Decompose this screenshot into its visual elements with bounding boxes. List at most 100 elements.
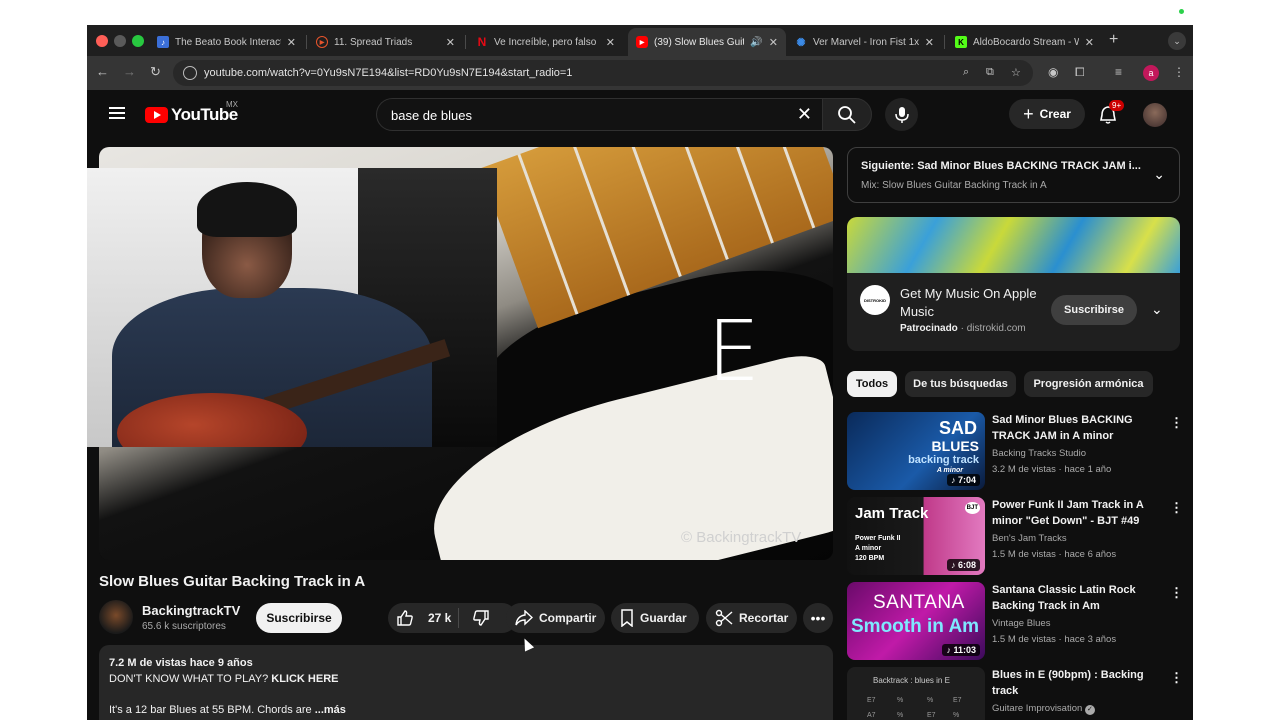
browser-menu-icon[interactable]: ⋮ xyxy=(1173,65,1185,79)
search-input[interactable]: base de blues ✕ xyxy=(376,98,822,131)
chip-progresion-armonica[interactable]: Progresión armónica xyxy=(1024,371,1153,397)
video-thumbnail[interactable]: SANTANA Smooth in Am ♪ 11:03 xyxy=(847,582,985,660)
create-button[interactable]: + Crear xyxy=(1009,99,1085,129)
list-item[interactable]: SANTANA Smooth in Am ♪ 11:03 Santana Cla… xyxy=(847,582,1183,662)
more-options-icon[interactable]: ⋮ xyxy=(1170,500,1183,516)
search-icon xyxy=(838,105,856,124)
clear-search-icon[interactable]: ✕ xyxy=(797,104,812,125)
menu-icon[interactable] xyxy=(109,107,125,119)
description-box[interactable]: 7.2 M de vistas hace 9 años DON'T KNOW W… xyxy=(99,645,833,720)
media-controls-icon[interactable]: ≡ xyxy=(1115,65,1122,79)
more-options-icon[interactable]: ⋮ xyxy=(1170,670,1183,686)
new-tab-icon[interactable]: + xyxy=(1109,31,1118,49)
beato-icon: ♪ xyxy=(157,36,169,48)
more-options-icon[interactable]: ⋮ xyxy=(1170,415,1183,431)
thumbnail-text: BLUES xyxy=(931,438,979,454)
extensions-puzzle-icon[interactable]: ⧠ xyxy=(1075,65,1085,80)
share-label: Compartir xyxy=(539,611,597,625)
voice-search-button[interactable] xyxy=(885,98,918,131)
thumbs-up-icon xyxy=(397,610,413,626)
status-indicator xyxy=(1179,9,1184,14)
chevron-down-icon[interactable]: ⌄ xyxy=(1153,166,1165,183)
cast-icon[interactable]: ⧉ xyxy=(986,66,994,79)
share-button[interactable]: Compartir xyxy=(506,603,605,633)
tab-beato-book[interactable]: ♪ The Beato Book Interacti ✕ xyxy=(149,28,304,56)
close-tab-icon[interactable]: ✕ xyxy=(287,36,296,49)
clip-button[interactable]: Recortar xyxy=(706,603,797,633)
sponsored-ad[interactable]: DISTROKID Get My Music On Apple Music Pa… xyxy=(847,217,1180,351)
back-icon[interactable]: ← xyxy=(96,64,109,79)
audio-playing-icon[interactable]: 🔊 xyxy=(750,37,762,48)
duration-badge: ♪ 6:08 xyxy=(946,559,980,571)
recommendation-title[interactable]: Sad Minor Blues BACKING TRACK JAM in A m… xyxy=(992,412,1152,444)
show-more-link[interactable]: ...más xyxy=(315,704,346,716)
user-avatar[interactable] xyxy=(1143,103,1167,127)
list-item[interactable]: SAD BLUES backing track A minor ♪ 7:04 S… xyxy=(847,412,1183,492)
video-thumbnail[interactable]: SAD BLUES backing track A minor ♪ 7:04 xyxy=(847,412,985,490)
close-tab-icon[interactable]: ✕ xyxy=(925,36,934,49)
minimize-window-button[interactable] xyxy=(114,35,126,47)
recommendation-title[interactable]: Santana Classic Latin Rock Backing Track… xyxy=(992,582,1152,614)
dislike-button[interactable] xyxy=(459,609,509,627)
like-count: 27 k xyxy=(428,611,452,625)
chevron-down-icon[interactable]: ⌄ xyxy=(1151,301,1163,318)
thumbnail-text: Smooth in Am xyxy=(851,616,980,637)
tab-netflix[interactable]: N Ve Increíble, pero falso | ✕ xyxy=(468,28,623,56)
recommendation-channel[interactable]: Backing Tracks Studio xyxy=(992,448,1086,459)
tab-disney[interactable]: ✺ Ver Marvel - Iron Fist 1x4 ✕ xyxy=(787,28,942,56)
recommendation-channel[interactable]: Ben's Jam Tracks xyxy=(992,533,1067,544)
zoom-icon[interactable]: ⌕ xyxy=(963,66,969,79)
search-query[interactable]: base de blues xyxy=(391,108,472,123)
address-bar[interactable]: youtube.com/watch?v=0Yu9sN7E194&list=RD0… xyxy=(173,60,1033,86)
profile-avatar[interactable]: a xyxy=(1143,65,1159,81)
video-thumbnail[interactable]: Jam Track Power Funk II A minor 120 BPM … xyxy=(847,497,985,575)
close-tab-icon[interactable]: ✕ xyxy=(769,36,778,49)
recommendation-stats: 1.5 M de vistas · hace 3 años xyxy=(992,634,1117,645)
chip-todos[interactable]: Todos xyxy=(847,371,897,397)
recommendation-channel[interactable]: Vintage Blues xyxy=(992,618,1050,629)
like-button[interactable]: 27 k xyxy=(388,609,456,627)
person-hair xyxy=(197,182,297,237)
ad-title[interactable]: Get My Music On Apple Music xyxy=(900,285,1040,321)
chip-de-tus-busquedas[interactable]: De tus búsquedas xyxy=(905,371,1016,397)
tab-spread-triads[interactable]: ▶ 11. Spread Triads ✕ xyxy=(308,28,463,56)
list-item[interactable]: Backtrack : blues in E E7 % % E7 A7 % E7… xyxy=(847,667,1183,720)
close-tab-icon[interactable]: ✕ xyxy=(606,36,615,49)
tab-kick[interactable]: K AldoBocardo Stream - W ✕ xyxy=(947,28,1102,56)
video-thumbnail[interactable]: Backtrack : blues in E E7 % % E7 A7 % E7… xyxy=(847,667,985,720)
subscribe-button[interactable]: Suscribirse xyxy=(256,603,342,633)
close-tab-icon[interactable]: ✕ xyxy=(446,36,455,49)
list-item[interactable]: Jam Track Power Funk II A minor 120 BPM … xyxy=(847,497,1183,577)
youtube-logo[interactable]: YouTube xyxy=(145,105,238,125)
channel-avatar[interactable] xyxy=(99,600,133,634)
channel-name[interactable]: BackingtrackTV xyxy=(142,603,240,618)
close-tab-icon[interactable]: ✕ xyxy=(1085,36,1094,49)
more-options-icon[interactable]: ⋮ xyxy=(1170,585,1183,601)
recommendation-channel[interactable]: Guitare Improvisation ✓ xyxy=(992,703,1095,715)
tab-youtube-active[interactable]: ▶ (39) Slow Blues Guita 🔊 ✕ xyxy=(628,28,786,56)
recommendation-title[interactable]: Power Funk II Jam Track in A minor "Get … xyxy=(992,497,1152,529)
ad-subscribe-button[interactable]: Suscribirse xyxy=(1051,295,1137,325)
forward-icon[interactable]: → xyxy=(123,64,136,79)
chevron-down-icon[interactable]: ⌄ xyxy=(1168,32,1186,50)
save-button[interactable]: Guardar xyxy=(611,603,699,633)
bookmark-star-icon[interactable]: ☆ xyxy=(1011,66,1021,79)
up-next-panel[interactable]: Siguiente: Sad Minor Blues BACKING TRACK… xyxy=(847,147,1180,203)
extension-icon[interactable]: ◉ xyxy=(1048,65,1058,79)
close-window-button[interactable] xyxy=(96,35,108,47)
thumbnail-text: backing track xyxy=(908,454,979,466)
search-button[interactable] xyxy=(822,98,872,131)
thumbnail-text: A minor xyxy=(855,545,882,552)
thumbnail-text: E7 xyxy=(953,697,962,704)
reload-icon[interactable]: ↻ xyxy=(150,64,161,80)
recommendation-title[interactable]: Blues in E (90bpm) : Backing track xyxy=(992,667,1152,699)
thumbnail-text: 120 BPM xyxy=(855,555,885,562)
url-text[interactable]: youtube.com/watch?v=0Yu9sN7E194&list=RD0… xyxy=(204,67,572,79)
description-link[interactable]: KLICK HERE xyxy=(271,673,338,685)
maximize-window-button[interactable] xyxy=(132,35,144,47)
thumbnail-text: A minor xyxy=(936,467,963,474)
site-info-icon[interactable] xyxy=(183,66,197,80)
more-actions-icon[interactable]: ••• xyxy=(803,603,833,633)
netflix-icon: N xyxy=(477,35,487,49)
thumbnail-text: E7 xyxy=(867,697,876,704)
